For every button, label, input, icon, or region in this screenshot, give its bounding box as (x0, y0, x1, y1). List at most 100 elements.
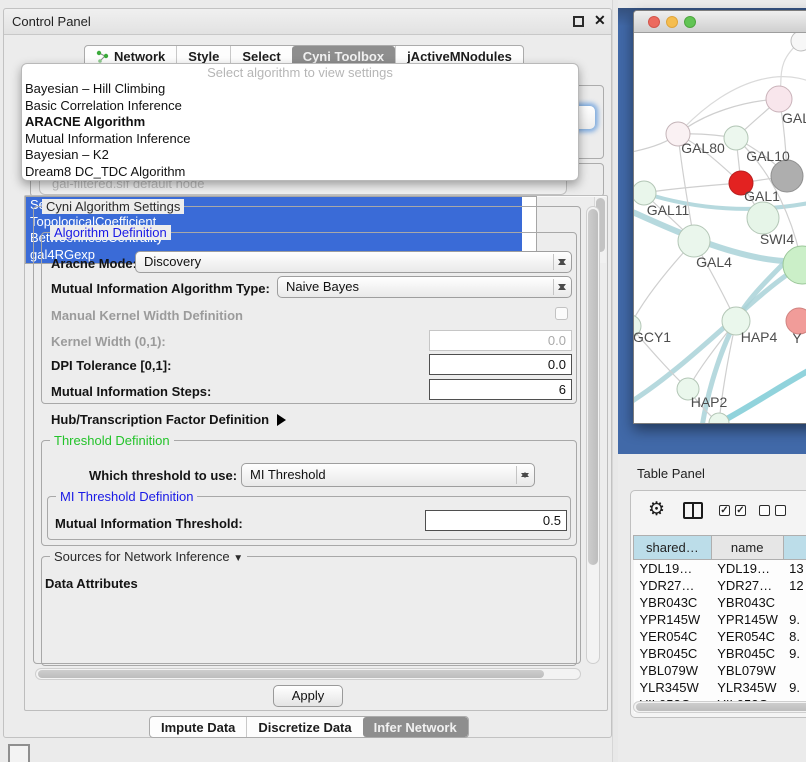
threshold-definition-title: Threshold Definition (50, 433, 174, 448)
table-row[interactable]: YLR345WYLR345W9. (634, 679, 806, 696)
kernel-width-field[interactable]: 0.0 (429, 330, 572, 351)
float-panel-icon[interactable] (573, 16, 584, 27)
network-node-label: GAL80 (681, 140, 725, 156)
table-cell: YER054C (634, 628, 712, 645)
apply-button[interactable]: Apply (273, 685, 343, 707)
table-cell: YDL19… (634, 560, 712, 577)
algorithm-option[interactable]: Dream8 DC_TDC Algorithm (22, 164, 578, 181)
algorithm-option[interactable]: Bayesian – K2 (22, 147, 578, 164)
network-node-label: GAL10 (746, 148, 790, 164)
sources-group: Sources for Network Inference ▼ (41, 556, 577, 666)
zoom-window-icon[interactable] (684, 16, 696, 28)
cyni-algorithm-settings-title: Cyni Algorithm Settings (42, 199, 184, 214)
table-cell: YDR27… (711, 577, 783, 594)
combo-stepper-icon (556, 277, 568, 297)
settings-horizontal-scrollbar[interactable] (35, 668, 581, 680)
network-node-label: GAL1 (744, 188, 780, 204)
table-column-header[interactable]: name (711, 536, 783, 560)
table-settings-gear-icon[interactable]: ⚙ (648, 498, 665, 521)
table-cell: 9. (783, 611, 806, 628)
table-cell: YDR27… (634, 577, 712, 594)
mi-algorithm-type-combo[interactable]: Naive Bayes (277, 276, 572, 298)
algorithm-definition-title: Algorithm Definition (50, 225, 171, 240)
node-table-card: ⚙ ✓ ✓ shared…nameYDL19…YDL19…13YDR27…YDR… (630, 490, 806, 718)
split-view-icon[interactable] (683, 502, 703, 519)
algorithm-dropdown-popup: Select algorithm to view settings Bayesi… (21, 63, 579, 181)
network-node-gal10[interactable] (724, 126, 748, 150)
control-panel-title: Control Panel (12, 14, 91, 29)
cyni-mode-tabs: Impute Data Discretize Data Infer Network (149, 716, 469, 738)
table-row[interactable]: YDL19…YDL19…13 (634, 560, 806, 577)
table-row[interactable]: YBL079WYBL079W (634, 662, 806, 679)
data-attributes-label: Data Attributes (45, 576, 138, 591)
table-row[interactable]: YDR27…YDR27…12 (634, 577, 806, 594)
which-threshold-combo[interactable]: MI Threshold (241, 463, 535, 487)
algorithm-option[interactable]: Mutual Information Inference (22, 131, 578, 148)
tab-label: Cyni Toolbox (303, 49, 384, 64)
dpi-tolerance-field[interactable]: 0.0 (429, 354, 572, 375)
tab-label: Discretize Data (258, 720, 351, 735)
table-column-header[interactable] (783, 536, 806, 560)
aracne-mode-label: Aracne Mode: (51, 256, 137, 271)
table-cell: YDL19… (711, 560, 783, 577)
network-node-gal4[interactable] (678, 225, 710, 257)
kernel-width-label: Kernel Width (0,1): (51, 334, 166, 349)
combo-stepper-icon (556, 252, 568, 272)
unchecked-checkbox-icon[interactable] (775, 505, 786, 516)
tab-label: jActiveMNodules (407, 49, 512, 64)
table-row[interactable]: YBR043CYBR043C (634, 594, 806, 611)
close-panel-icon[interactable]: ✕ (594, 12, 606, 29)
expand-right-icon (277, 414, 292, 426)
table-cell: YLR345W (711, 679, 783, 696)
table-horizontal-scrollbar[interactable] (633, 701, 806, 713)
aracne-mode-combo[interactable]: Discovery (135, 251, 572, 273)
algorithm-option[interactable]: ARACNE Algorithm (22, 114, 578, 131)
table-row[interactable]: YER054CYER054C8. (634, 628, 806, 645)
mi-steps-field[interactable]: 6 (429, 379, 572, 400)
tab-discretize-data[interactable]: Discretize Data (246, 717, 362, 737)
unchecked-checkbox-icon[interactable] (759, 505, 770, 516)
network-node-label: GAL4 (696, 254, 732, 270)
combo-stepper-icon (519, 464, 531, 486)
algorithm-option[interactable]: Basic Correlation Inference (22, 98, 578, 115)
algorithm-popup-items: Bayesian – Hill ClimbingBasic Correlatio… (22, 81, 578, 181)
network-node[interactable] (747, 202, 779, 234)
network-node-label: HAP2 (691, 394, 728, 410)
table-cell: 9. (783, 679, 806, 696)
sources-title[interactable]: Sources for Network Inference ▼ (50, 549, 247, 566)
network-node[interactable] (709, 413, 729, 424)
network-graph[interactable]: GALGAL80GAL10GAL1GAL11SWI4GAL4GCY1HAP4YH… (634, 33, 806, 424)
network-node-label: GAL (782, 110, 806, 126)
table-cell (783, 594, 806, 611)
mi-threshold-field[interactable]: 0.5 (425, 510, 567, 531)
hub-factor-section[interactable]: Hub/Transcription Factor Definition (51, 412, 292, 427)
settings-panel: Cyni Algorithm Settings Algorithm Defini… (24, 195, 608, 711)
network-node-label: GCY1 (634, 329, 671, 345)
algorithm-option[interactable]: Bayesian – Hill Climbing (22, 81, 578, 98)
table-row[interactable]: YPR145WYPR145W9. (634, 611, 806, 628)
settings-vertical-scrollbar[interactable] (586, 206, 600, 664)
dpi-tolerance-label: DPI Tolerance [0,1]: (51, 358, 171, 373)
network-window-titlebar[interactable] (634, 11, 806, 33)
manual-kernel-width-checkbox[interactable] (555, 307, 568, 320)
checked-checkbox-icon[interactable]: ✓ (735, 505, 746, 516)
tab-impute-data[interactable]: Impute Data (150, 717, 246, 737)
network-node-swi4[interactable] (783, 246, 806, 284)
close-window-icon[interactable] (648, 16, 660, 28)
node-attribute-table[interactable]: shared…nameYDL19…YDL19…13YDR27…YDR27…12Y… (633, 535, 806, 713)
network-node-gal[interactable] (766, 86, 792, 112)
table-cell: YBL079W (711, 662, 783, 679)
network-edge[interactable] (644, 183, 741, 193)
table-column-header[interactable]: shared… (634, 536, 712, 560)
network-view-window[interactable]: GALGAL80GAL10GAL1GAL11SWI4GAL4GCY1HAP4YH… (633, 10, 806, 424)
mi-threshold-label: Mutual Information Threshold: (55, 516, 243, 531)
tab-infer-network[interactable]: Infer Network (363, 717, 468, 737)
table-cell: YPR145W (634, 611, 712, 628)
table-row[interactable]: YBR045CYBR045C9. (634, 645, 806, 662)
table-cell: 9. (783, 645, 806, 662)
minimize-window-icon[interactable] (666, 16, 678, 28)
checked-checkbox-icon[interactable]: ✓ (719, 505, 730, 516)
network-node-label: Y (792, 330, 802, 346)
docked-panel-icon[interactable] (8, 744, 30, 762)
table-cell: YBR043C (634, 594, 712, 611)
